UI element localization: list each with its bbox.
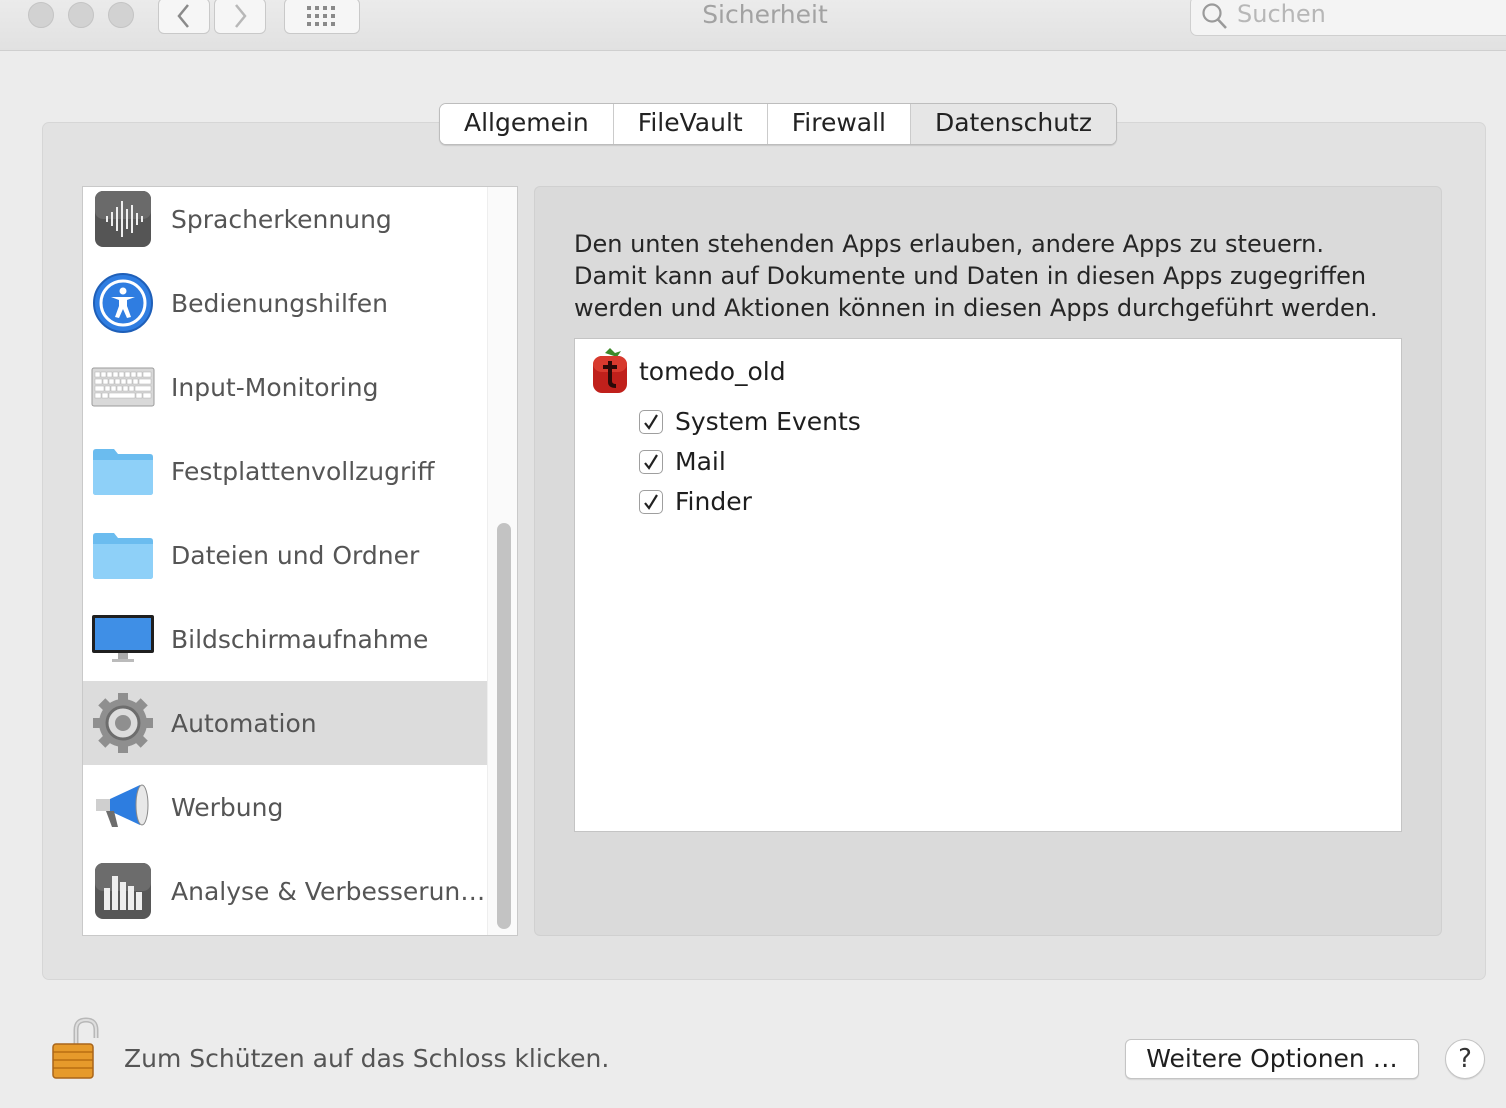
tab-bar: Allgemein FileVault Firewall Datenschutz xyxy=(439,103,1117,145)
lock-hint-text: Zum Schützen auf das Schloss klicken. xyxy=(124,1044,610,1073)
permission-label: Mail xyxy=(675,447,726,476)
checkmark-icon xyxy=(644,493,658,510)
title-bar: Sicherheit Suchen xyxy=(0,0,1506,51)
category-label: Spracherkennung xyxy=(171,204,392,234)
chevron-left-icon xyxy=(177,4,189,28)
category-item-bildschirmaufnahme[interactable]: Bildschirmaufnahme xyxy=(83,597,487,681)
checkmark-icon xyxy=(644,413,658,430)
category-item-analyse[interactable]: Analyse & Verbesserun… xyxy=(83,849,487,933)
description-line: Den unten stehenden Apps erlauben, ander… xyxy=(574,230,1324,258)
description-line: Damit kann auf Dokumente und Daten in di… xyxy=(574,262,1367,290)
category-label: Bildschirmaufnahme xyxy=(171,624,429,654)
mail-checkbox[interactable] xyxy=(639,449,663,474)
tab-firewall[interactable]: Firewall xyxy=(767,104,911,144)
permission-row-finder[interactable]: Finder xyxy=(639,487,752,516)
search-icon xyxy=(1202,3,1227,29)
forward-button[interactable] xyxy=(214,0,266,34)
show-all-button[interactable] xyxy=(284,0,360,34)
speech-recognition-icon xyxy=(91,187,155,251)
folder-icon xyxy=(91,523,155,587)
display-icon xyxy=(91,607,155,671)
search-placeholder: Suchen xyxy=(1237,0,1326,28)
keyboard-icon xyxy=(91,355,155,419)
tab-filevault[interactable]: FileVault xyxy=(613,104,768,144)
category-label: Input-Monitoring xyxy=(171,372,379,402)
permission-row-system-events[interactable]: System Events xyxy=(639,407,861,436)
category-item-automation[interactable]: Automation xyxy=(83,681,487,765)
accessibility-icon xyxy=(91,271,155,335)
category-item-festplattenvollzugriff[interactable]: Festplattenvollzugriff xyxy=(83,429,487,513)
gear-icon xyxy=(91,691,155,755)
minimize-window-button[interactable] xyxy=(68,2,94,28)
tomedo-app-icon xyxy=(593,348,627,393)
category-label: Dateien und Ordner xyxy=(171,540,420,570)
system-events-checkbox[interactable] xyxy=(639,409,663,434)
finder-checkbox[interactable] xyxy=(639,489,663,514)
description-line: werden und Aktionen können in diesen App… xyxy=(574,294,1378,322)
lock-button[interactable] xyxy=(50,1016,102,1086)
category-list-scrollbar[interactable] xyxy=(487,187,517,935)
category-item-bedienungshilfen[interactable]: Bedienungshilfen xyxy=(83,261,487,345)
folder-icon xyxy=(91,439,155,503)
window-title: Sicherheit xyxy=(702,0,828,29)
help-button[interactable]: ? xyxy=(1445,1039,1485,1079)
back-button[interactable] xyxy=(158,0,210,34)
category-item-werbung[interactable]: Werbung xyxy=(83,765,487,849)
permission-label: Finder xyxy=(675,487,752,516)
permission-label: System Events xyxy=(675,407,861,436)
tab-datenschutz[interactable]: Datenschutz xyxy=(910,104,1116,144)
tab-allgemein[interactable]: Allgemein xyxy=(440,104,614,144)
automation-app-list[interactable]: tomedo_old System Events Mail Finder xyxy=(574,338,1402,832)
megaphone-icon xyxy=(91,775,155,839)
category-label: Bedienungshilfen xyxy=(171,288,388,318)
chevron-right-icon xyxy=(235,4,247,28)
category-item-spracherkennung[interactable]: Spracherkennung xyxy=(83,187,487,261)
category-label: Werbung xyxy=(171,792,284,822)
category-item-dateien-und-ordner[interactable]: Dateien und Ordner xyxy=(83,513,487,597)
checkmark-icon xyxy=(644,453,658,470)
bar-chart-icon xyxy=(91,859,155,923)
permission-row-mail[interactable]: Mail xyxy=(639,447,726,476)
zoom-window-button[interactable] xyxy=(108,2,134,28)
category-label: Festplattenvollzugriff xyxy=(171,456,435,486)
search-field[interactable]: Suchen xyxy=(1190,0,1506,36)
more-options-button[interactable]: Weitere Optionen … xyxy=(1125,1039,1419,1079)
app-name: tomedo_old xyxy=(639,356,786,386)
category-label: Analyse & Verbesserun… xyxy=(171,876,486,906)
category-label: Automation xyxy=(171,708,317,738)
category-item-input-monitoring[interactable]: Input-Monitoring xyxy=(83,345,487,429)
scrollbar-thumb[interactable] xyxy=(497,523,511,929)
automation-description: Den unten stehenden Apps erlauben, ander… xyxy=(574,228,1414,324)
privacy-category-list[interactable]: Spracherkennung Bedienungshilfen Input-M… xyxy=(82,186,518,936)
unlocked-padlock-icon xyxy=(52,1017,99,1079)
grid-icon xyxy=(307,6,335,26)
app-row-tomedo-old[interactable]: tomedo_old xyxy=(591,347,786,395)
close-window-button[interactable] xyxy=(28,2,54,28)
